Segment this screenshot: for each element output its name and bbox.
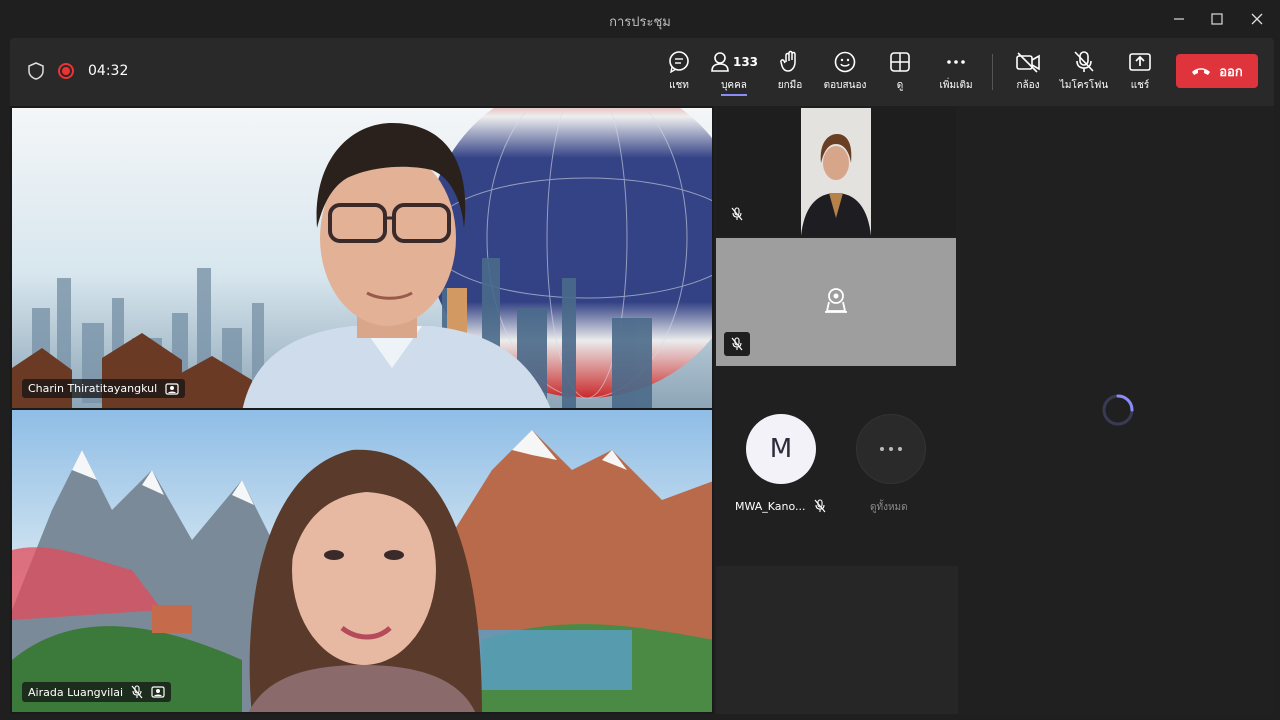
video-feed-charin — [12, 108, 712, 408]
leave-label: ออก — [1219, 64, 1243, 80]
maximize-button[interactable] — [1206, 8, 1228, 30]
video-tile-small-1[interactable] — [716, 106, 956, 236]
avatar-name-row: MWA_Kano... — [735, 499, 826, 513]
name-tag-airada: Airada Luangvilai — [22, 682, 172, 702]
title-bar: การประชุม — [0, 0, 1280, 38]
close-button[interactable] — [1246, 8, 1268, 30]
chat-button[interactable]: แชท — [651, 48, 707, 100]
people-count: 133 — [732, 55, 759, 69]
share-icon — [1129, 53, 1151, 71]
hang-up-icon — [1192, 68, 1211, 75]
more-icon — [880, 447, 902, 451]
camera-button[interactable]: กล้อง — [1000, 48, 1056, 100]
window-title: การประชุม — [609, 15, 671, 30]
name-tag-charin: Charin Thiratitayangkul — [22, 379, 186, 398]
participant-name: Charin Thiratitayangkul — [28, 382, 158, 395]
more-label: เพิ่มเติม — [939, 80, 973, 91]
view-all-button[interactable] — [856, 414, 926, 484]
background-effect-icon — [151, 686, 165, 698]
participant-name: MWA_Kano... — [735, 499, 806, 513]
shield-icon[interactable] — [28, 62, 44, 80]
view-label: ดู — [896, 80, 904, 91]
mic-button[interactable]: ไมโครโฟน — [1056, 48, 1112, 100]
background-effect-icon — [165, 382, 179, 395]
meeting-stage: Charin Thiratitayangkul Airada Luangvila… — [10, 106, 1274, 714]
empty-tile — [716, 566, 958, 714]
chat-label: แชท — [669, 80, 689, 91]
participant-avatar[interactable]: M — [746, 414, 816, 484]
avatar-initial: M — [769, 434, 793, 464]
video-tile-charin[interactable]: Charin Thiratitayangkul — [10, 106, 714, 410]
close-icon — [1251, 13, 1263, 25]
video-tile-airada[interactable]: Airada Luangvilai — [10, 408, 714, 714]
more-icon — [947, 60, 965, 64]
react-label: ตอบสนอง — [823, 80, 867, 91]
meeting-status: 04:32 — [28, 62, 128, 80]
minimize-icon — [1174, 18, 1184, 20]
video-tile-room[interactable] — [716, 238, 956, 366]
toolbar-divider — [992, 54, 993, 90]
people-label: บุคคล — [721, 78, 747, 96]
recording-icon — [58, 63, 74, 79]
minimize-button[interactable] — [1168, 8, 1190, 30]
raise-hand-icon — [780, 50, 796, 72]
mic-off-icon — [731, 337, 743, 351]
raise-hand-label: ยกมือ — [777, 80, 803, 91]
chat-icon — [669, 51, 689, 73]
mic-off-icon — [731, 207, 743, 221]
participant-name: Airada Luangvilai — [28, 685, 124, 699]
mic-muted-badge — [724, 332, 750, 356]
more-button[interactable]: เพิ่มเติม — [928, 48, 984, 100]
raise-hand-button[interactable]: ยกมือ — [762, 48, 818, 100]
meeting-timer: 04:32 — [88, 63, 129, 79]
view-button[interactable]: ดู — [872, 48, 928, 100]
mic-off-icon — [814, 499, 826, 513]
mic-muted-badge — [724, 202, 750, 226]
emoji-icon — [834, 51, 856, 73]
mic-label: ไมโครโฟน — [1059, 80, 1109, 91]
share-label: แชร์ — [1130, 80, 1150, 91]
view-all-label: ดูทั้งหมด — [870, 502, 908, 513]
leave-button[interactable]: ออก — [1176, 54, 1258, 88]
mic-off-icon — [131, 685, 143, 699]
mic-off-icon — [1074, 51, 1094, 72]
react-button[interactable]: ตอบสนอง — [817, 48, 873, 100]
people-button[interactable]: 133 บุคคล — [704, 48, 764, 100]
camera-off-icon — [1016, 52, 1040, 73]
video-feed-small-1 — [801, 108, 871, 236]
share-button[interactable]: แชร์ — [1112, 48, 1168, 100]
grid-view-icon — [890, 52, 910, 72]
camera-label: กล้อง — [1016, 80, 1040, 91]
loading-spinner-icon — [1102, 394, 1134, 426]
room-device-icon — [825, 288, 847, 313]
people-icon — [711, 52, 729, 72]
meeting-toolbar: 04:32 แชท 133 บุคคล ยกมือ ตอบสนอง ดู เพิ… — [10, 38, 1274, 106]
video-feed-airada — [12, 410, 712, 712]
maximize-icon — [1211, 13, 1223, 25]
